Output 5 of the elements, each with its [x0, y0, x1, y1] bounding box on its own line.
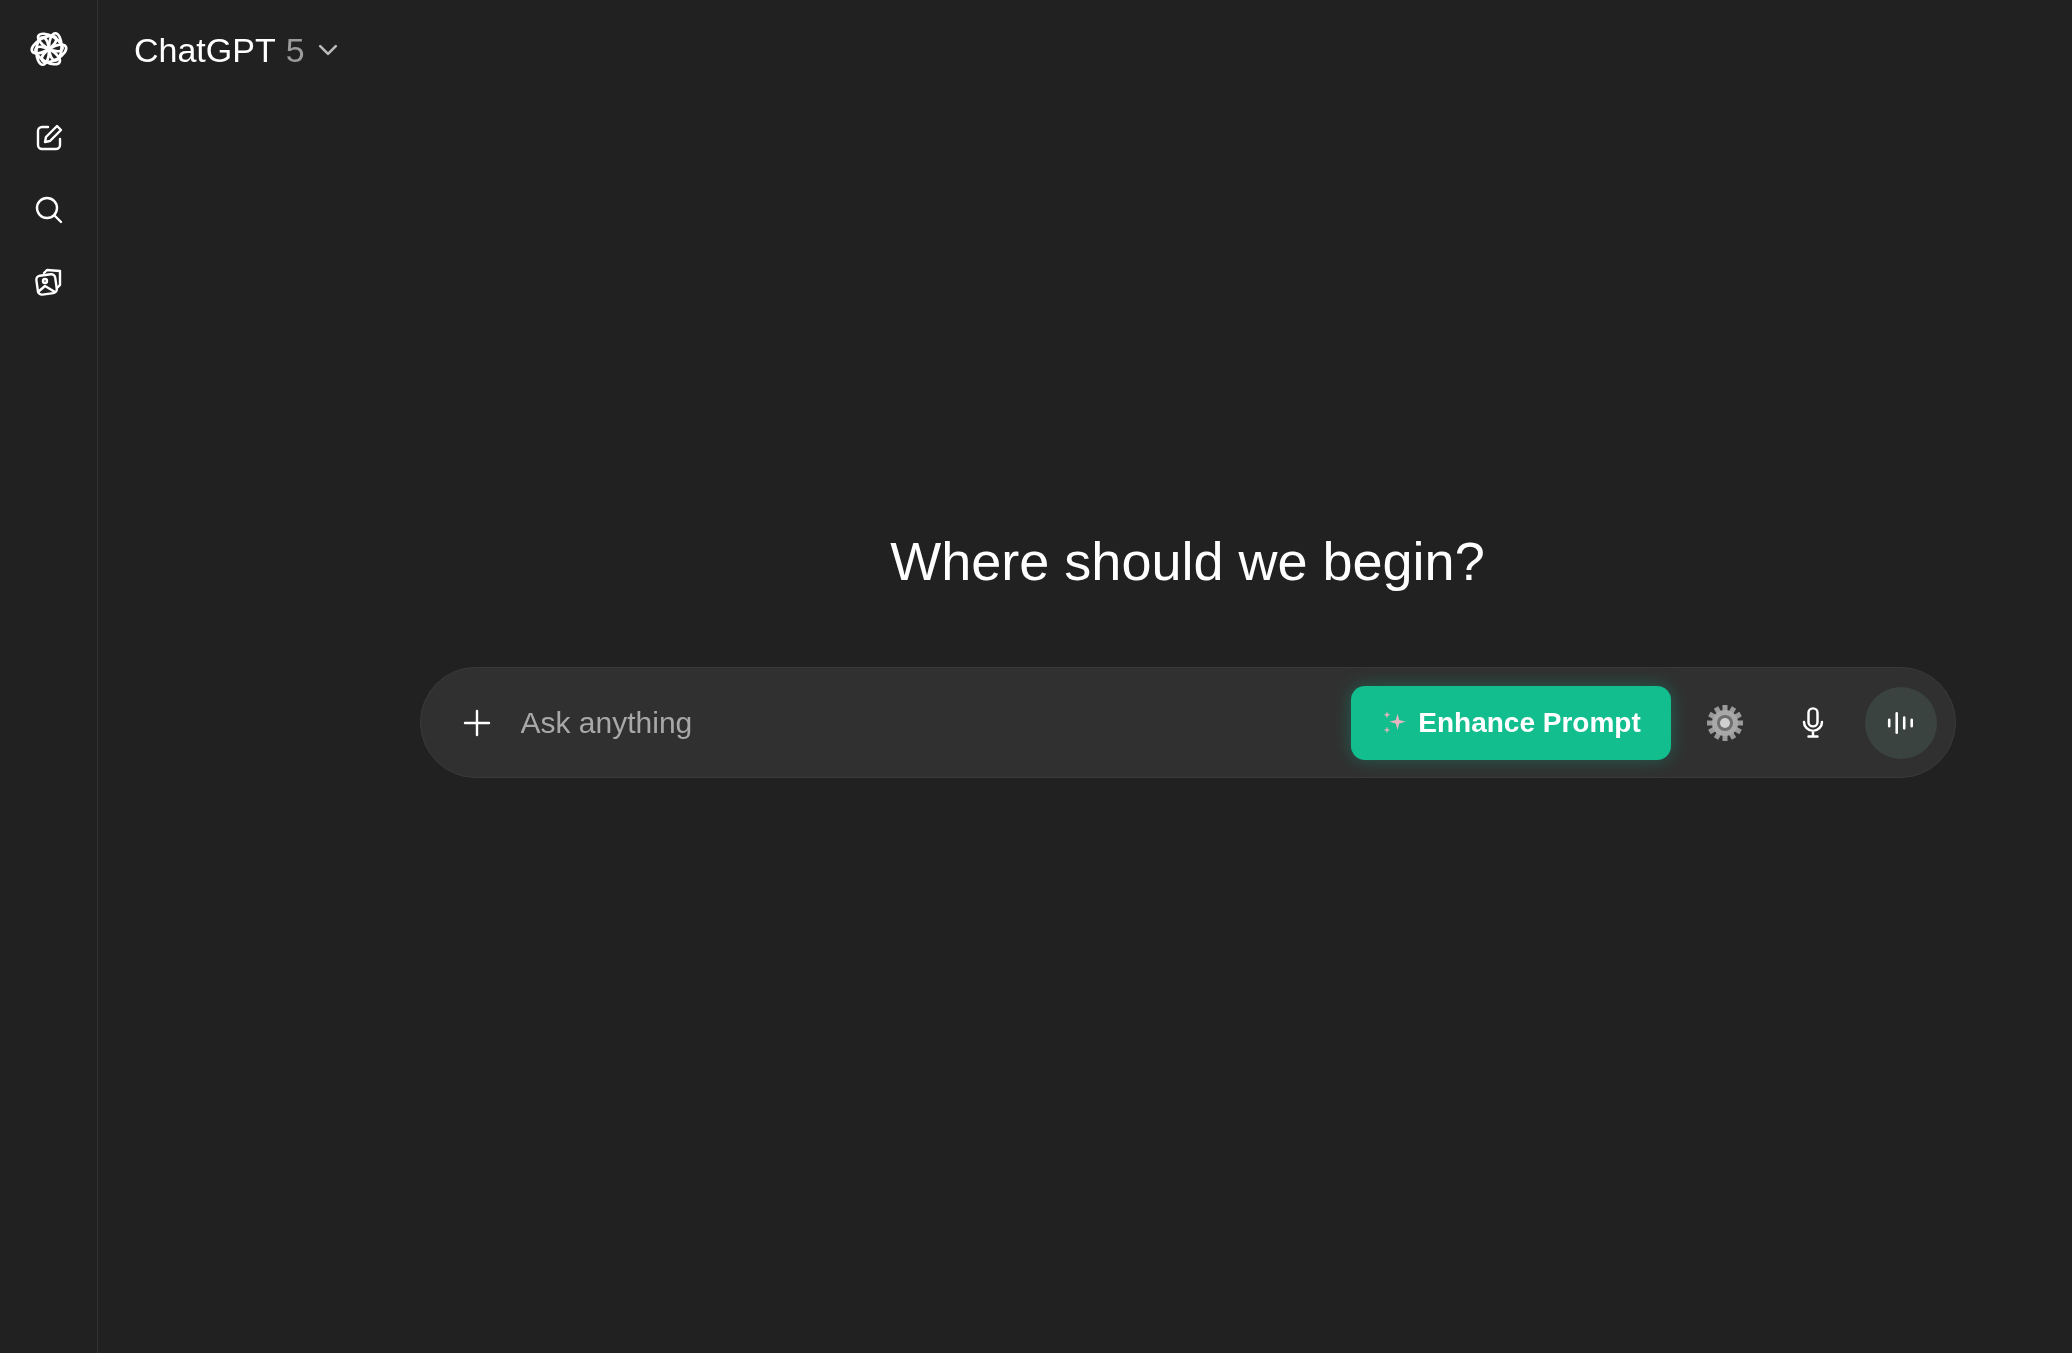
message-input[interactable]: Ask anything	[518, 704, 1351, 741]
model-selector[interactable]: ChatGPT 5	[134, 30, 341, 70]
waveform-icon	[1885, 709, 1916, 736]
heading: Where should we begin?	[890, 530, 1485, 592]
gear-icon[interactable]	[1704, 702, 1745, 743]
